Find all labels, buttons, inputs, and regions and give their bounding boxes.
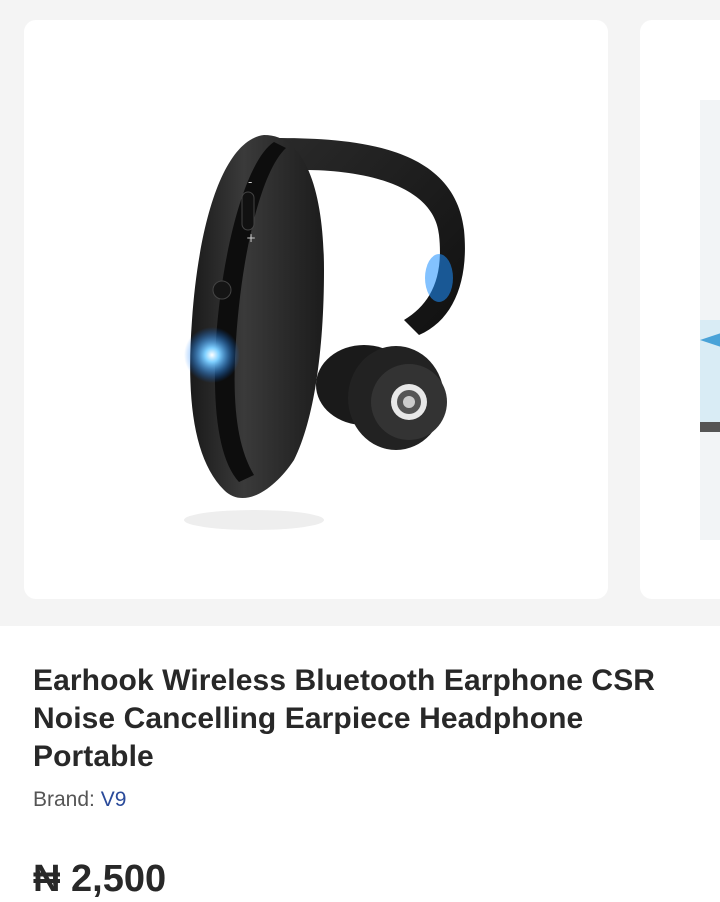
image-gallery[interactable]: + -: [0, 0, 720, 626]
product-info: Earhook Wireless Bluetooth Earphone CSR …: [0, 662, 720, 901]
product-price: ₦ 2,500: [33, 858, 167, 900]
product-title: Earhook Wireless Bluetooth Earphone CSR …: [33, 664, 656, 773]
svg-text:+: +: [246, 231, 256, 245]
product-image-card[interactable]: + -: [24, 20, 608, 599]
brand-link[interactable]: V9: [101, 788, 127, 811]
next-product-image-card[interactable]: [640, 20, 720, 599]
next-product-image: [700, 100, 720, 540]
earphone-image: + -: [184, 135, 465, 530]
svg-text:-: -: [248, 175, 252, 189]
brand-label: Brand:: [33, 788, 95, 811]
brand-line: Brand: V9: [33, 787, 687, 813]
